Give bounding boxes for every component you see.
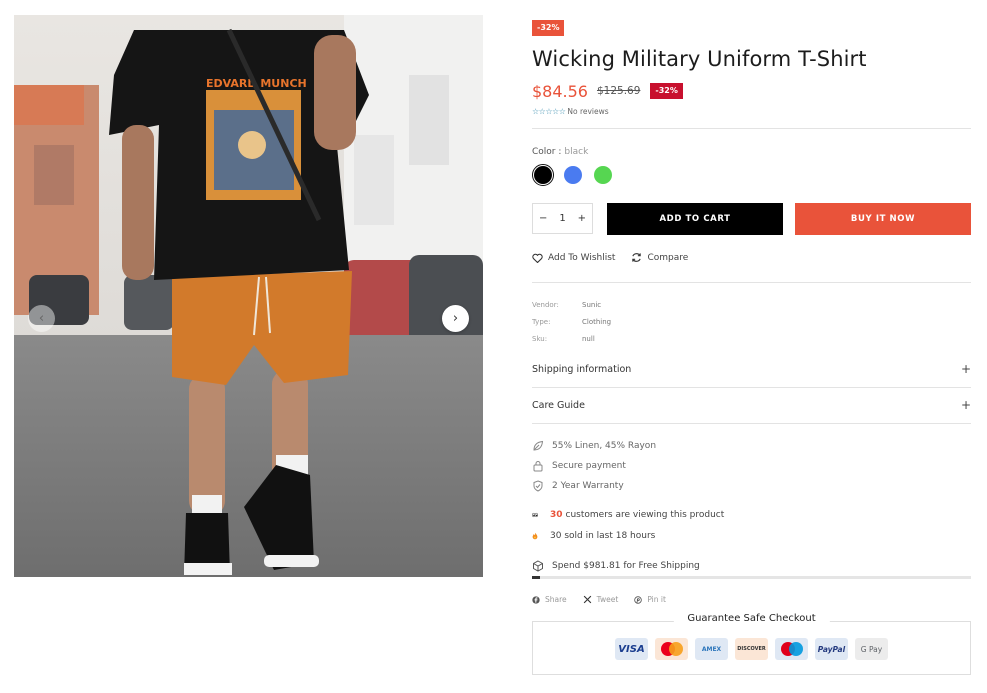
increase-quantity-button[interactable]: + [578, 213, 586, 224]
compare-label: Compare [647, 252, 689, 263]
meta-type: Type: Clothing [532, 318, 611, 326]
swatch-dot [594, 166, 612, 184]
chevron-left-icon: ‹ [38, 311, 45, 326]
gallery-prev-button[interactable]: ‹ [28, 305, 55, 332]
meta-sku: Sku: null [532, 335, 595, 343]
progress-fill [532, 576, 540, 579]
swatch-blue[interactable] [562, 164, 584, 186]
refresh-icon [632, 253, 642, 262]
paypal-icon: PayPal [815, 638, 848, 660]
review-count: No reviews [567, 106, 609, 116]
add-to-wishlist-button[interactable]: Add To Wishlist [532, 253, 615, 263]
care-guide-accordion[interactable]: Care Guide + [532, 398, 971, 412]
swatch-dot [534, 166, 552, 184]
divider [532, 387, 971, 388]
divider [532, 128, 971, 129]
free-shipping-threshold: Spend $981.81 for Free Shipping [532, 560, 700, 572]
decrease-quantity-button[interactable]: − [539, 213, 547, 224]
feature-secure-payment: Secure payment [532, 460, 626, 472]
google-pay-icon: G Pay [855, 638, 888, 660]
swatch-dot [564, 166, 582, 184]
meta-value: null [582, 335, 595, 343]
feature-text: 2 Year Warranty [552, 481, 624, 491]
feature-material: 55% Linen, 45% Rayon [532, 440, 656, 452]
compare-at-price: $125.69 [596, 85, 641, 97]
color-label-text: Color : [532, 147, 562, 157]
chevron-right-icon: › [452, 311, 459, 326]
x-twitter-icon [583, 595, 591, 604]
share-links: Share Tweet Pin it [532, 595, 682, 604]
share-label: Tweet [596, 595, 619, 604]
discount-badge: -32% [650, 83, 683, 99]
share-label: Pin it [647, 595, 666, 604]
pinterest-icon [634, 595, 643, 604]
feature-text: 55% Linen, 45% Rayon [552, 441, 657, 451]
share-twitter-link[interactable]: Tweet [583, 595, 619, 604]
buy-now-button[interactable]: BUY IT NOW [795, 203, 971, 235]
viewers-text: customers are viewing this product [565, 510, 725, 520]
eyes-icon [532, 510, 546, 520]
share-pinterest-link[interactable]: Pin it [634, 595, 666, 604]
divider [532, 423, 971, 424]
discover-icon: DISCOVER [735, 638, 768, 660]
heart-icon [532, 253, 543, 263]
share-label: Share [545, 595, 567, 604]
product-actions: Add To Wishlist Compare [532, 252, 704, 263]
feature-text: Secure payment [552, 461, 626, 471]
meta-value: Sunic [582, 301, 602, 309]
safe-checkout-title: Guarantee Safe Checkout [673, 613, 830, 624]
shipping-information-accordion[interactable]: Shipping information + [532, 362, 971, 376]
visa-icon: VISA [615, 638, 648, 660]
shield-icon [533, 480, 543, 492]
wishlist-label: Add To Wishlist [548, 252, 616, 263]
product-info-panel: -32% Wicking Military Uniform T-Shirt $8… [532, 15, 971, 675]
sale-badge: -32% [532, 20, 565, 36]
free-shipping-text: Spend $981.81 for Free Shipping [552, 561, 700, 571]
compare-button[interactable]: Compare [631, 252, 688, 263]
accordion-title: Shipping information [532, 363, 632, 375]
meta-key: Type: [532, 318, 551, 326]
plus-icon: + [960, 362, 971, 376]
add-to-cart-button[interactable]: ADD TO CART [607, 203, 783, 235]
color-label: Color : black [532, 147, 588, 157]
divider [532, 282, 971, 283]
swatch-green[interactable] [592, 164, 614, 186]
payment-methods: VISA AMEX DISCOVER PayPal G Pay [615, 638, 895, 660]
safe-checkout-box: Guarantee Safe Checkout VISA AMEX DISCOV… [532, 613, 971, 675]
product-title: Wicking Military Uniform T-Shirt [532, 47, 867, 71]
share-facebook-link[interactable]: Share [532, 595, 567, 604]
amex-icon: AMEX [695, 638, 728, 660]
facebook-icon [532, 595, 540, 604]
gallery-next-button[interactable]: › [442, 305, 469, 332]
review-summary[interactable]: ☆☆☆☆☆ No reviews [532, 105, 971, 117]
product-image-gallery[interactable]: EDVARD MUNCH ‹ › [14, 15, 483, 577]
mastercard-icon [655, 638, 688, 660]
plus-icon: + [960, 398, 971, 412]
meta-vendor: Vendor: Sunic [532, 301, 601, 309]
quantity-stepper: − 1 + [532, 203, 593, 234]
swatch-black[interactable] [532, 164, 554, 186]
sold-text: 30 sold in last 18 hours [550, 531, 656, 541]
selected-color: black [564, 147, 589, 157]
fire-icon [532, 530, 546, 542]
maestro-icon [775, 638, 808, 660]
price-row: $84.56 $125.69 -32% [532, 81, 971, 101]
leaf-icon [533, 440, 544, 451]
meta-key: Vendor: [532, 301, 559, 309]
meta-value: Clothing [582, 318, 612, 326]
star-rating-icon: ☆☆☆☆☆ [532, 106, 566, 116]
live-viewers: 30 customers are viewing this product [532, 510, 724, 520]
package-icon [533, 560, 543, 572]
viewers-count: 30 [550, 510, 563, 520]
accordion-title: Care Guide [532, 399, 585, 411]
lock-icon [533, 461, 543, 472]
feature-warranty: 2 Year Warranty [532, 480, 624, 492]
product-photo: EDVARD MUNCH [14, 15, 483, 577]
free-shipping-progress-bar [532, 576, 971, 579]
recent-sales: 30 sold in last 18 hours [532, 530, 655, 542]
quantity-input[interactable]: 1 [559, 213, 565, 224]
color-swatches [532, 164, 622, 186]
current-price: $84.56 [532, 81, 588, 101]
meta-key: Sku: [532, 335, 548, 343]
